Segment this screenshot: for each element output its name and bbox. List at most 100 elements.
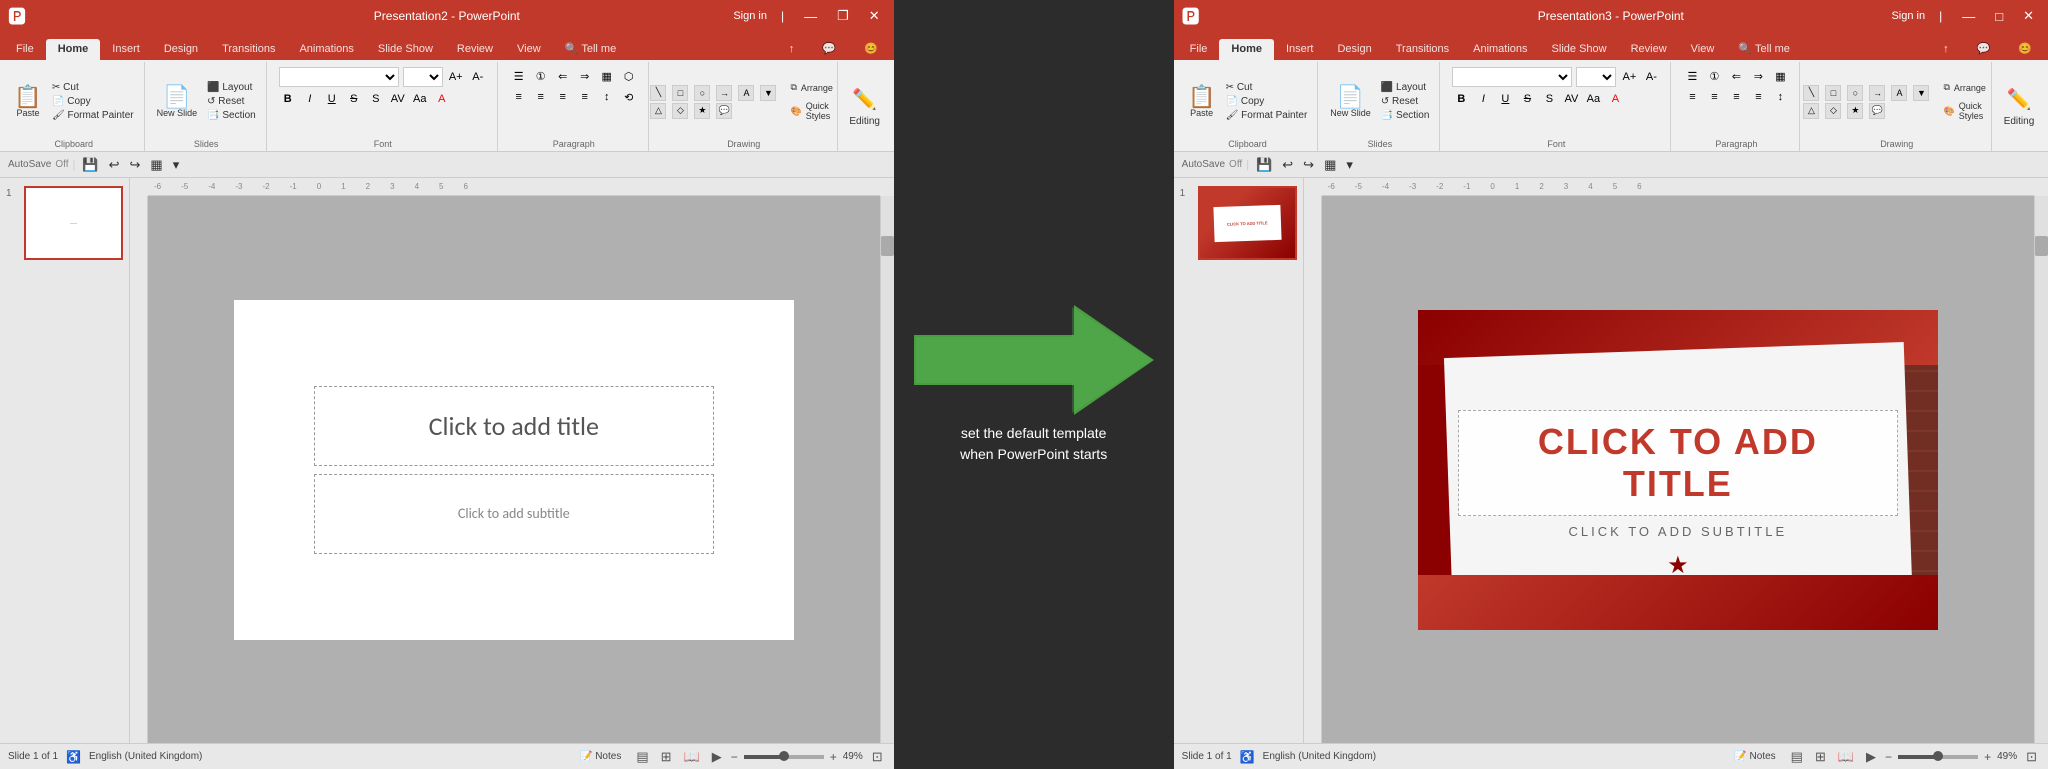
right-undo-button[interactable]: ↩ bbox=[1279, 155, 1296, 175]
right-slide-sorter-button[interactable]: ⊞ bbox=[1812, 748, 1829, 766]
left-title-placeholder[interactable]: Click to add title bbox=[314, 386, 714, 466]
left-font-family-select[interactable] bbox=[279, 67, 399, 87]
right-section-button[interactable]: 📑 Section bbox=[1377, 109, 1434, 122]
left-slide-canvas[interactable]: Click to add title Click to add subtitle bbox=[234, 300, 794, 640]
right-shape-callout[interactable]: 💬 bbox=[1869, 103, 1885, 119]
right-title-placeholder[interactable]: CLICK TO ADD TITLE bbox=[1458, 410, 1898, 516]
shape-triangle[interactable]: △ bbox=[650, 103, 666, 119]
left-align-right-button[interactable]: ≡ bbox=[554, 88, 572, 106]
shape-star[interactable]: ★ bbox=[694, 103, 710, 119]
left-tab-slideshow[interactable]: Slide Show bbox=[366, 39, 445, 60]
right-tab-view[interactable]: View bbox=[1679, 39, 1727, 60]
right-copy-button[interactable]: 📄 Copy bbox=[1222, 95, 1312, 108]
left-reading-view-button[interactable]: 📖 bbox=[681, 748, 703, 766]
right-paste-button[interactable]: 📋 Paste bbox=[1184, 83, 1220, 121]
right-bold-button[interactable]: B bbox=[1452, 90, 1470, 108]
right-scrollbar-vertical[interactable] bbox=[2034, 196, 2048, 743]
shape-circle[interactable]: ○ bbox=[694, 85, 710, 101]
left-canvas-container[interactable]: Click to add title Click to add subtitle bbox=[148, 196, 880, 743]
left-dropdown-button[interactable]: ▾ bbox=[170, 155, 183, 175]
left-changecase-button[interactable]: Aa bbox=[411, 90, 429, 108]
right-shape-arrow[interactable]: → bbox=[1869, 85, 1885, 101]
right-accessibility-icon[interactable]: ♿ bbox=[1240, 750, 1255, 764]
left-slideshow-button[interactable]: ▶ bbox=[709, 748, 725, 766]
right-align-right-button[interactable]: ≡ bbox=[1727, 88, 1745, 106]
right-decrease-font-button[interactable]: A- bbox=[1642, 68, 1660, 86]
left-charspacing-button[interactable]: AV bbox=[389, 90, 407, 108]
right-shape-text[interactable]: A bbox=[1891, 85, 1907, 101]
left-tab-review[interactable]: Review bbox=[445, 39, 505, 60]
right-changecase-button[interactable]: Aa bbox=[1584, 90, 1602, 108]
right-presentation-button[interactable]: ▦ bbox=[1321, 155, 1339, 175]
left-accessibility-icon[interactable]: ♿ bbox=[66, 750, 81, 764]
left-minimize-button[interactable]: — bbox=[798, 7, 823, 26]
right-zoom-slider[interactable] bbox=[1898, 755, 1978, 759]
right-emoji-icon[interactable]: 😊 bbox=[2006, 38, 2044, 60]
right-linespacing-button[interactable]: ↕ bbox=[1771, 88, 1789, 106]
right-layout-button[interactable]: ⬛ Layout bbox=[1377, 81, 1434, 94]
right-indent-decrease-button[interactable]: ⇐ bbox=[1727, 67, 1745, 85]
left-emoji-icon[interactable]: 😊 bbox=[852, 38, 890, 60]
left-linespacing-button[interactable]: ↕ bbox=[598, 88, 616, 106]
right-align-center-button[interactable]: ≡ bbox=[1705, 88, 1723, 106]
right-zoom-out-button[interactable]: − bbox=[1885, 750, 1892, 764]
right-restore-button[interactable]: □ bbox=[1989, 7, 2009, 26]
left-tab-design[interactable]: Design bbox=[152, 39, 210, 60]
left-zoom-slider[interactable] bbox=[744, 755, 824, 759]
right-comments-icon[interactable]: 💬 bbox=[1965, 38, 2003, 60]
right-redo-button[interactable]: ↪ bbox=[1300, 155, 1317, 175]
right-strikethrough-button[interactable]: S bbox=[1518, 90, 1536, 108]
left-undo-button[interactable]: ↩ bbox=[106, 155, 123, 175]
left-tab-view[interactable]: View bbox=[505, 39, 553, 60]
left-paste-button[interactable]: 📋 Paste bbox=[10, 83, 46, 121]
left-tab-file[interactable]: File bbox=[4, 39, 46, 60]
left-columns-button[interactable]: ▦ bbox=[598, 67, 616, 85]
right-tab-insert[interactable]: Insert bbox=[1274, 39, 1326, 60]
left-bullets-button[interactable]: ☰ bbox=[510, 67, 528, 85]
left-quick-styles-button[interactable]: 🎨Quick Styles bbox=[786, 98, 836, 124]
right-shape-more[interactable]: ▼ bbox=[1913, 85, 1929, 101]
right-italic-button[interactable]: I bbox=[1474, 90, 1492, 108]
right-increase-font-button[interactable]: A+ bbox=[1620, 68, 1638, 86]
right-shape-rhombus[interactable]: ◇ bbox=[1825, 103, 1841, 119]
left-decrease-font-button[interactable]: A- bbox=[469, 68, 487, 86]
left-italic-button[interactable]: I bbox=[301, 90, 319, 108]
left-numbering-button[interactable]: ① bbox=[532, 67, 550, 85]
right-reset-button[interactable]: ↺ Reset bbox=[1377, 95, 1434, 108]
left-font-size-select[interactable] bbox=[403, 67, 443, 87]
right-tab-animations[interactable]: Animations bbox=[1461, 39, 1539, 60]
right-slide-canvas[interactable]: CLICK TO ADD TITLE CLICK TO ADD SUBTITLE… bbox=[1418, 310, 1938, 630]
right-canvas-container[interactable]: CLICK TO ADD TITLE CLICK TO ADD SUBTITLE… bbox=[1322, 196, 2034, 743]
right-tab-slideshow[interactable]: Slide Show bbox=[1540, 39, 1619, 60]
left-fontcolor-button[interactable]: A bbox=[433, 90, 451, 108]
left-reset-button[interactable]: ↺ Reset bbox=[203, 95, 260, 108]
right-shape-line[interactable]: ╲ bbox=[1803, 85, 1819, 101]
right-underline-button[interactable]: U bbox=[1496, 90, 1514, 108]
left-indent-decrease-button[interactable]: ⇐ bbox=[554, 67, 572, 85]
left-zoom-handle[interactable] bbox=[779, 751, 789, 761]
right-tab-file[interactable]: File bbox=[1178, 39, 1220, 60]
right-bullets-button[interactable]: ☰ bbox=[1683, 67, 1701, 85]
right-save-button[interactable]: 💾 bbox=[1253, 155, 1275, 175]
left-tab-home[interactable]: Home bbox=[46, 39, 101, 60]
left-justify-button[interactable]: ≡ bbox=[576, 88, 594, 106]
right-shadow-button[interactable]: S bbox=[1540, 90, 1558, 108]
right-tab-design[interactable]: Design bbox=[1325, 39, 1383, 60]
left-scrollbar-vertical[interactable] bbox=[880, 196, 894, 743]
left-share-icon[interactable]: ↑ bbox=[777, 39, 807, 60]
left-layout-button[interactable]: ⬛ Layout bbox=[203, 81, 260, 94]
left-normal-view-button[interactable]: ▤ bbox=[633, 748, 651, 766]
left-increase-font-button[interactable]: A+ bbox=[447, 68, 465, 86]
right-notes-button[interactable]: 📝 Notes bbox=[1728, 749, 1781, 764]
left-indent-increase-button[interactable]: ⇒ bbox=[576, 67, 594, 85]
right-columns-button[interactable]: ▦ bbox=[1771, 67, 1789, 85]
right-scrollbar-thumb[interactable] bbox=[2035, 236, 2048, 256]
right-tab-review[interactable]: Review bbox=[1619, 39, 1679, 60]
left-underline-button[interactable]: U bbox=[323, 90, 341, 108]
shape-rhombus[interactable]: ◇ bbox=[672, 103, 688, 119]
left-tab-insert[interactable]: Insert bbox=[100, 39, 152, 60]
right-normal-view-button[interactable]: ▤ bbox=[1788, 748, 1806, 766]
right-zoom-in-button[interactable]: + bbox=[1984, 750, 1991, 764]
left-arrange-button[interactable]: ⧉Arrange bbox=[786, 79, 836, 96]
right-minimize-button[interactable]: — bbox=[1956, 7, 1981, 26]
